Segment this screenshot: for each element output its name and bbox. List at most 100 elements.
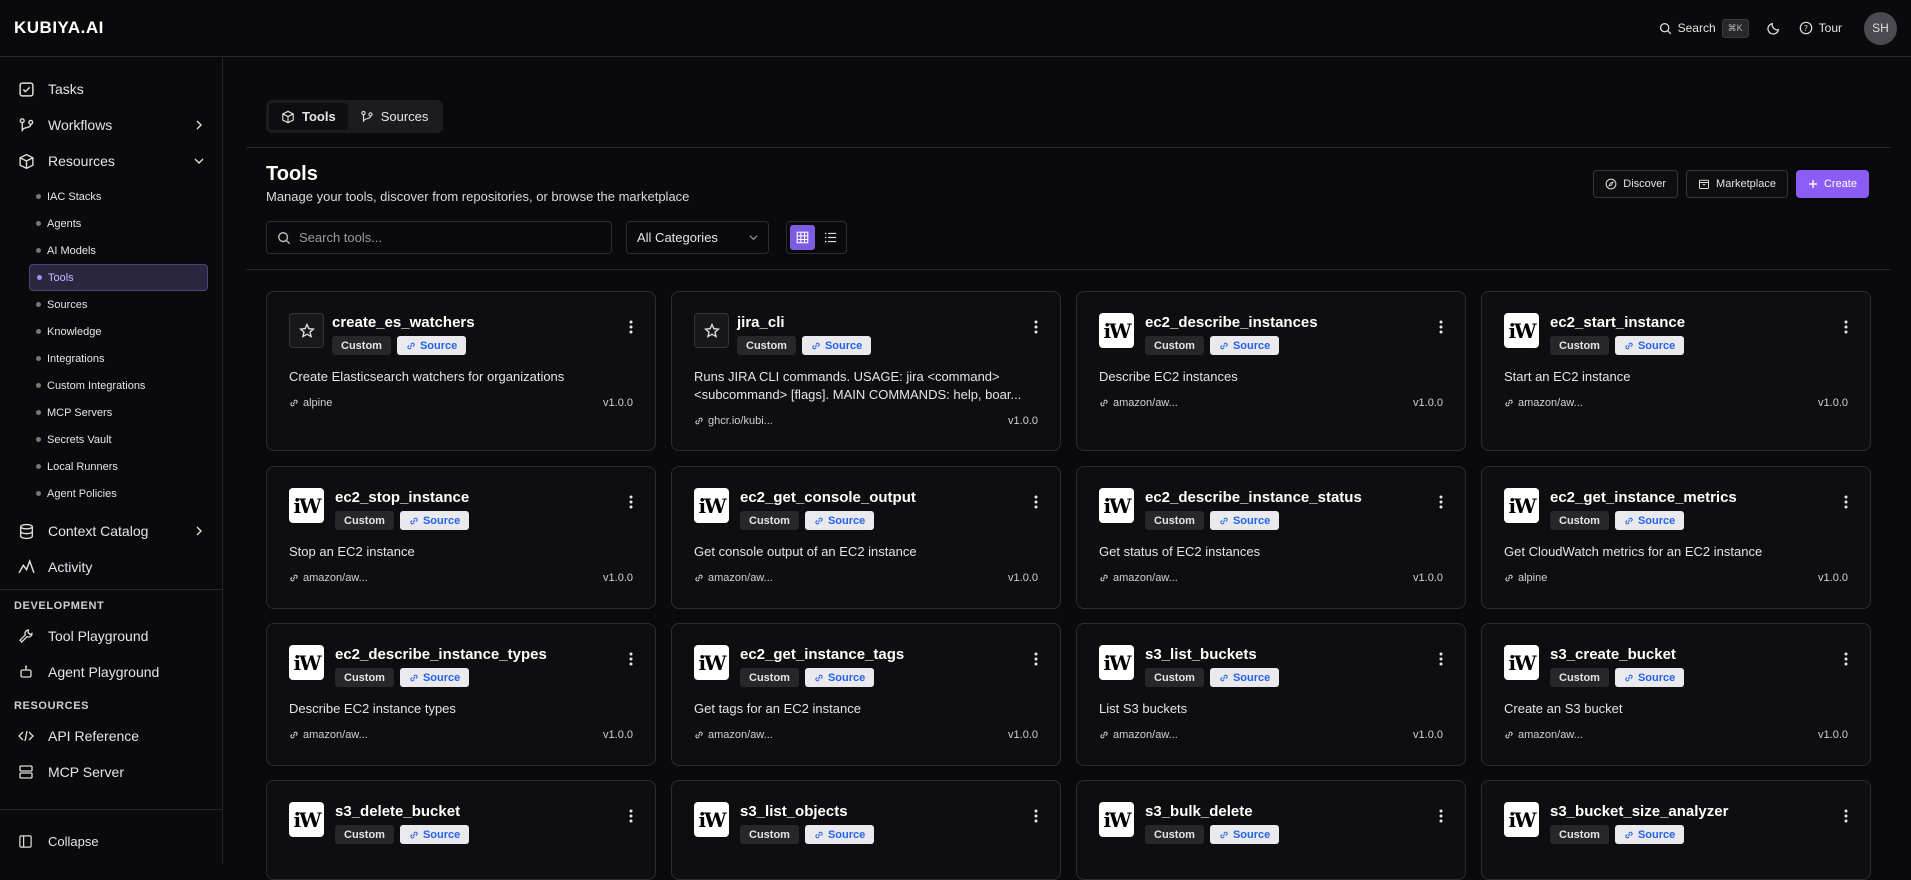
avatar[interactable]: SH <box>1864 11 1897 45</box>
store-icon <box>1699 179 1710 189</box>
tool-card[interactable]: iW ec2_start_instance Custom Source Start… <box>1481 291 1871 451</box>
list-view-button[interactable] <box>819 225 844 250</box>
aws-icon: iW <box>1099 313 1134 348</box>
tool-card[interactable]: iW ec2_get_instance_metrics Custom Source… <box>1481 466 1871 609</box>
source-badge[interactable]: Source <box>801 336 872 355</box>
tool-image: amazon/aw... <box>1099 397 1178 409</box>
sidebar-item-resources[interactable]: Resources <box>0 143 222 179</box>
collapse-button[interactable]: Collapse <box>0 823 223 859</box>
source-badge[interactable]: Source <box>399 825 470 844</box>
tool-image: amazon/aw... <box>289 729 368 741</box>
sidebar-subitem-secrets-vault[interactable]: Secrets Vault <box>29 426 208 453</box>
more-options-icon[interactable] <box>1034 495 1038 514</box>
more-options-icon[interactable] <box>1034 809 1038 828</box>
sidebar-subitem-agents[interactable]: Agents <box>29 210 208 237</box>
sidebar-subitem-sources[interactable]: Sources <box>29 291 208 318</box>
tool-version: v1.0.0 <box>603 397 633 409</box>
source-badge[interactable]: Source <box>1209 668 1280 687</box>
tool-card[interactable]: iW ec2_get_instance_tags Custom Source Ge… <box>671 623 1061 766</box>
source-badge[interactable]: Source <box>1209 511 1280 530</box>
sidebar-label-resources: Resources <box>48 153 115 169</box>
more-options-icon[interactable] <box>1844 495 1848 514</box>
tool-card[interactable]: iW s3_bulk_delete Custom Source <box>1076 780 1466 880</box>
tool-card[interactable]: create_es_watchers Custom Source Create … <box>266 291 656 451</box>
source-badge[interactable]: Source <box>1614 668 1685 687</box>
star-icon[interactable] <box>694 313 729 348</box>
sidebar-subitem-tools[interactable]: Tools <box>29 264 208 291</box>
more-options-icon[interactable] <box>1439 809 1443 828</box>
sidebar-item-tasks[interactable]: Tasks <box>0 71 222 107</box>
tool-version: v1.0.0 <box>1413 397 1443 409</box>
sidebar-subitem-local-runners[interactable]: Local Runners <box>29 453 208 480</box>
tour-button[interactable]: ? Tour <box>1799 21 1842 35</box>
sidebar-subitem-knowledge[interactable]: Knowledge <box>29 318 208 345</box>
aws-icon: iW <box>289 488 324 523</box>
tab-tools[interactable]: Tools <box>269 103 348 130</box>
logo[interactable]: KUBIYA.AI <box>14 18 104 38</box>
sidebar-subitem-agent-policies[interactable]: Agent Policies <box>29 480 208 507</box>
search-button[interactable]: Search ⌘K <box>1659 18 1749 38</box>
source-badge[interactable]: Source <box>1614 511 1685 530</box>
workflow-icon <box>19 117 34 131</box>
grid-view-button[interactable] <box>790 225 815 250</box>
tool-card[interactable]: iW ec2_describe_instance_status Custom So… <box>1076 466 1466 609</box>
more-options-icon[interactable] <box>629 320 633 339</box>
sidebar-item-tool-playground[interactable]: Tool Playground <box>0 618 222 654</box>
more-options-icon[interactable] <box>1439 320 1443 339</box>
theme-toggle-button[interactable] <box>1766 21 1781 35</box>
source-badge[interactable]: Source <box>399 511 470 530</box>
search-tools-input[interactable]: Search tools... <box>266 221 612 254</box>
more-options-icon[interactable] <box>1844 652 1848 671</box>
category-select[interactable]: All Categories <box>626 221 769 254</box>
more-options-icon[interactable] <box>1844 809 1848 828</box>
source-badge[interactable]: Source <box>1209 336 1280 355</box>
source-badge[interactable]: Source <box>1614 336 1685 355</box>
sidebar-item-activity[interactable]: Activity <box>0 549 222 585</box>
sidebar-item-mcp-server[interactable]: MCP Server <box>0 754 222 790</box>
sidebar-subitem-iac-stacks[interactable]: IAC Stacks <box>29 183 208 210</box>
tool-name: s3_delete_bucket <box>335 803 461 820</box>
wrench-icon <box>19 629 33 643</box>
star-icon[interactable] <box>289 313 324 348</box>
link-icon <box>694 416 704 426</box>
source-badge[interactable]: Source <box>399 668 470 687</box>
source-badge[interactable]: Source <box>1614 825 1685 844</box>
more-options-icon[interactable] <box>629 809 633 828</box>
source-badge[interactable]: Source <box>804 825 875 844</box>
discover-button[interactable]: Discover <box>1593 170 1679 198</box>
sidebar-item-api-reference[interactable]: API Reference <box>0 718 222 754</box>
tool-card[interactable]: iW s3_create_bucket Custom Source Create … <box>1481 623 1871 766</box>
more-options-icon[interactable] <box>629 495 633 514</box>
tool-card[interactable]: iW ec2_describe_instance_types Custom Sou… <box>266 623 656 766</box>
sidebar-subitem-mcp-servers[interactable]: MCP Servers <box>29 399 208 426</box>
sidebar-subitem-ai-models[interactable]: AI Models <box>29 237 208 264</box>
tool-card[interactable]: iW s3_list_buckets Custom Source List S3 … <box>1076 623 1466 766</box>
source-badge[interactable]: Source <box>804 511 875 530</box>
source-badge[interactable]: Source <box>804 668 875 687</box>
source-badge[interactable]: Source <box>1209 825 1280 844</box>
more-options-icon[interactable] <box>1439 495 1443 514</box>
more-options-icon[interactable] <box>1034 652 1038 671</box>
tool-card[interactable]: iW ec2_get_console_output Custom Source G… <box>671 466 1061 609</box>
create-button[interactable]: Create <box>1795 170 1869 198</box>
more-options-icon[interactable] <box>1439 652 1443 671</box>
tool-card[interactable]: iW s3_bucket_size_analyzer Custom Source <box>1481 780 1871 880</box>
tool-card[interactable]: iW s3_delete_bucket Custom Source <box>266 780 656 880</box>
sidebar-item-agent-playground[interactable]: Agent Playground <box>0 654 222 690</box>
marketplace-button[interactable]: Marketplace <box>1686 170 1788 198</box>
tool-card[interactable]: iW ec2_describe_instances Custom Source D… <box>1076 291 1466 451</box>
sidebar-item-workflows[interactable]: Workflows <box>0 107 222 143</box>
sidebar-subitem-custom-integrations[interactable]: Custom Integrations <box>29 372 208 399</box>
more-options-icon[interactable] <box>629 652 633 671</box>
sidebar-item-context-catalog[interactable]: Context Catalog <box>0 513 222 549</box>
tab-sources[interactable]: Sources <box>348 103 441 130</box>
tool-card[interactable]: iW ec2_stop_instance Custom Source Stop a… <box>266 466 656 609</box>
sidebar-label-tasks: Tasks <box>48 81 84 97</box>
tool-card[interactable]: iW s3_list_objects Custom Source <box>671 780 1061 880</box>
source-badge[interactable]: Source <box>396 336 467 355</box>
more-options-icon[interactable] <box>1034 320 1038 339</box>
sidebar-subitem-integrations[interactable]: Integrations <box>29 345 208 372</box>
more-options-icon[interactable] <box>1844 320 1848 339</box>
tool-card[interactable]: jira_cli Custom Source Runs JIRA CLI com… <box>671 291 1061 451</box>
tool-image: alpine <box>289 397 332 409</box>
